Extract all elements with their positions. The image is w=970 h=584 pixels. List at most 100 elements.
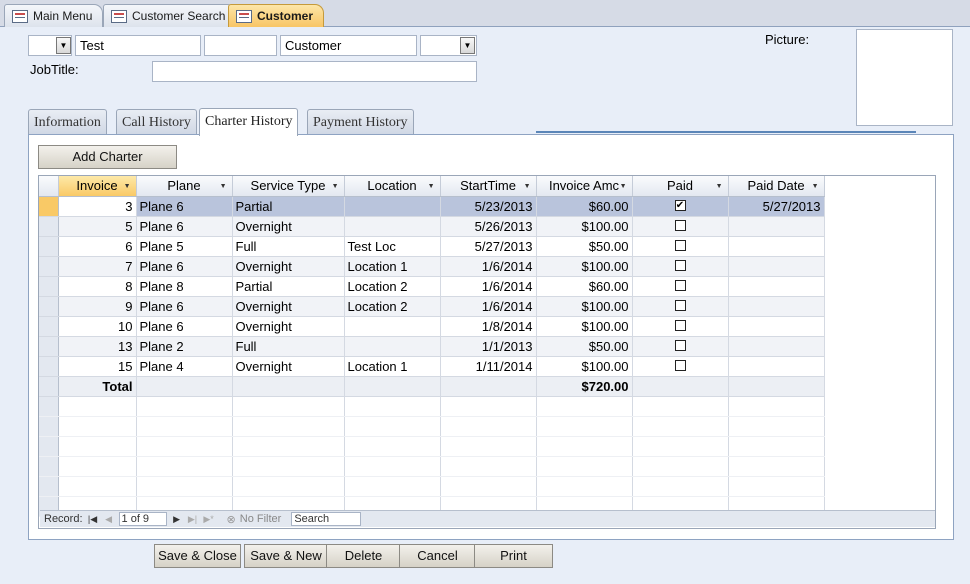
record-selector[interactable]	[39, 356, 59, 377]
cell-invoice-amount[interactable]: $60.00	[536, 196, 633, 217]
cell-invoice-amount[interactable]: $60.00	[536, 276, 633, 297]
cell-service-type[interactable]: Full	[232, 236, 345, 257]
print-button[interactable]: Print	[474, 544, 553, 568]
cell-service-type[interactable]: Overnight	[232, 316, 345, 337]
table-row[interactable]: 15 Plane 4 Overnight Location 1 1/11/2014 $10…	[39, 356, 825, 377]
cell-paid[interactable]	[632, 276, 729, 297]
table-row[interactable]: 5 Plane 6 Overnight 5/26/2013 $100.00	[39, 216, 825, 237]
delete-button[interactable]: Delete	[326, 544, 401, 568]
cell-invoice[interactable]: 15	[58, 356, 137, 377]
paid-checkbox[interactable]	[674, 259, 686, 271]
cell-location[interactable]	[344, 216, 441, 237]
cell-starttime[interactable]: 1/1/2013	[440, 336, 537, 357]
cell-invoice-amount[interactable]: $50.00	[536, 236, 633, 257]
record-selector[interactable]	[39, 336, 59, 357]
cell-service-type[interactable]: Partial	[232, 196, 345, 217]
chevron-down-icon[interactable]: ▼	[220, 183, 227, 190]
cell-service-type[interactable]: Overnight	[232, 256, 345, 277]
cell-paid-date[interactable]	[728, 236, 825, 257]
chevron-down-icon[interactable]: ▼	[124, 183, 131, 190]
cell-service-type[interactable]: Overnight	[232, 356, 345, 377]
cell-plane[interactable]: Plane 6	[136, 296, 233, 317]
chevron-down-icon[interactable]: ▼	[428, 183, 435, 190]
picture-frame[interactable]	[856, 29, 953, 126]
column-header-service-type[interactable]: Service Type ▼	[232, 176, 345, 197]
cell-invoice[interactable]: 13	[58, 336, 137, 357]
cell-starttime[interactable]: 1/8/2014	[440, 316, 537, 337]
column-header-invoice[interactable]: Invoice ▼	[58, 176, 137, 197]
cell-plane[interactable]: Plane 5	[136, 236, 233, 257]
paid-checkbox[interactable]	[674, 299, 686, 311]
cell-location[interactable]: Test Loc	[344, 236, 441, 257]
table-row[interactable]: 8 Plane 8 Partial Location 2 1/6/2014 $60.00	[39, 276, 825, 297]
column-header-location[interactable]: Location ▼	[344, 176, 441, 197]
record-selector[interactable]	[39, 236, 59, 257]
cell-location[interactable]: Location 2	[344, 296, 441, 317]
cell-service-type[interactable]: Partial	[232, 276, 345, 297]
record-selector[interactable]	[39, 276, 59, 297]
cell-starttime[interactable]: 1/11/2014	[440, 356, 537, 377]
cell-paid[interactable]	[632, 256, 729, 277]
record-selector[interactable]	[39, 256, 59, 277]
cell-starttime[interactable]: 1/6/2014	[440, 256, 537, 277]
cell-location[interactable]: Location 1	[344, 356, 441, 377]
save-new-button[interactable]: Save & New	[244, 544, 328, 568]
paid-checkbox[interactable]	[674, 279, 686, 291]
cell-location[interactable]: Location 1	[344, 256, 441, 277]
cell-paid-date[interactable]	[728, 276, 825, 297]
last-record-icon[interactable]: ▶|	[187, 514, 199, 525]
previous-record-icon[interactable]: ◀	[103, 514, 115, 525]
tab-payment-history[interactable]: Payment History	[307, 109, 414, 135]
suffix-dropdown-button[interactable]: ▼	[460, 37, 475, 54]
tab-information[interactable]: Information	[28, 109, 107, 135]
cell-invoice[interactable]: 3	[58, 196, 137, 217]
table-row[interactable]: 13 Plane 2 Full 1/1/2013 $50.00	[39, 336, 825, 357]
paid-checkbox[interactable]	[674, 359, 686, 371]
current-record-input[interactable]: 1 of 9	[118, 512, 167, 526]
cell-starttime[interactable]: 5/23/2013	[440, 196, 537, 217]
doc-tab-customer-search[interactable]: Customer Search	[103, 4, 237, 27]
cell-invoice[interactable]: 5	[58, 216, 137, 237]
cell-invoice[interactable]: 7	[58, 256, 137, 277]
column-header-invoice-amount[interactable]: Invoice Amc ▼	[536, 176, 633, 197]
tab-call-history[interactable]: Call History	[116, 109, 197, 135]
paid-checkbox[interactable]	[674, 219, 686, 231]
jobtitle-field[interactable]	[152, 61, 477, 82]
doc-tab-main-menu[interactable]: Main Menu	[4, 4, 104, 27]
cell-plane[interactable]: Plane 8	[136, 276, 233, 297]
cell-paid-date[interactable]	[728, 256, 825, 277]
cell-paid[interactable]	[632, 216, 729, 237]
cell-invoice-amount[interactable]: $100.00	[536, 316, 633, 337]
cell-plane[interactable]: Plane 4	[136, 356, 233, 377]
paid-checkbox[interactable]: ✔	[674, 199, 686, 211]
table-row[interactable]: 6 Plane 5 Full Test Loc 5/27/2013 $50.00	[39, 236, 825, 257]
record-selector[interactable]	[39, 296, 59, 317]
cell-service-type[interactable]: Overnight	[232, 296, 345, 317]
cell-location[interactable]	[344, 316, 441, 337]
first-name-field[interactable]: Test	[75, 35, 201, 56]
add-charter-button[interactable]: Add Charter	[38, 145, 177, 169]
cell-service-type[interactable]: Overnight	[232, 216, 345, 237]
middle-name-field[interactable]	[204, 35, 277, 56]
tab-charter-history[interactable]: Charter History	[199, 108, 299, 136]
cell-paid[interactable]: ✔	[632, 196, 729, 217]
cell-invoice[interactable]: 8	[58, 276, 137, 297]
table-row[interactable]: 10 Plane 6 Overnight 1/8/2014 $100.00	[39, 316, 825, 337]
chevron-down-icon[interactable]: ▼	[812, 183, 819, 190]
cell-paid-date[interactable]	[728, 296, 825, 317]
paid-checkbox[interactable]	[674, 319, 686, 331]
cell-plane[interactable]: Plane 6	[136, 216, 233, 237]
cell-paid[interactable]	[632, 316, 729, 337]
cell-location[interactable]	[344, 196, 441, 217]
search-input[interactable]: Search	[291, 512, 362, 526]
cell-paid[interactable]	[632, 356, 729, 377]
column-header-starttime[interactable]: StartTime ▼	[440, 176, 537, 197]
cell-invoice-amount[interactable]: $100.00	[536, 216, 633, 237]
cell-paid[interactable]	[632, 336, 729, 357]
cell-paid-date[interactable]	[728, 216, 825, 237]
record-selector[interactable]	[39, 216, 59, 237]
cell-starttime[interactable]: 1/6/2014	[440, 296, 537, 317]
cell-invoice[interactable]: 9	[58, 296, 137, 317]
table-row[interactable]: 9 Plane 6 Overnight Location 2 1/6/2014 $100.…	[39, 296, 825, 317]
cell-paid[interactable]	[632, 296, 729, 317]
